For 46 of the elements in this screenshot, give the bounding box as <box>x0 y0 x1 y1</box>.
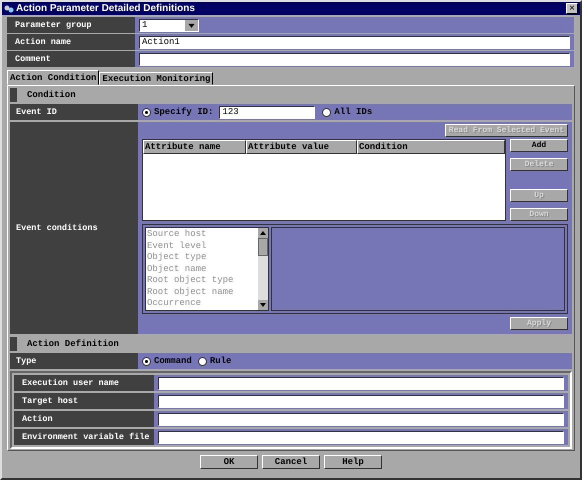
dialog-button[interactable]: OK <box>200 455 258 469</box>
dialog-button[interactable]: Cancel <box>262 455 320 469</box>
field-label: Action <box>14 411 154 427</box>
field-label: Parameter group <box>7 17 135 33</box>
scroll-up-icon[interactable] <box>258 228 268 238</box>
close-button[interactable]: × <box>566 3 578 14</box>
scroll-down-icon[interactable] <box>258 300 268 310</box>
section-marker <box>10 88 17 102</box>
column-header[interactable]: Condition <box>357 140 505 154</box>
field-label: Type <box>10 353 138 369</box>
parameter-group-dropdown[interactable]: 1 <box>139 18 199 32</box>
text-field[interactable] <box>158 376 564 390</box>
section-heading: Condition <box>27 90 76 100</box>
window-title: Action Parameter Detailed Definitions <box>16 3 195 14</box>
radio-button[interactable] <box>142 356 151 366</box>
dialog-button[interactable]: Help <box>324 455 382 469</box>
text-field[interactable] <box>158 430 564 444</box>
radio-button[interactable] <box>322 108 332 116</box>
radio-button[interactable] <box>198 356 207 366</box>
radio-button[interactable] <box>142 108 151 116</box>
column-header[interactable]: Attribute name <box>143 140 246 154</box>
radio-label: Command <box>154 356 192 366</box>
radio-label: Specify ID: <box>154 107 214 117</box>
tab[interactable]: Execution Monitoring <box>99 72 214 85</box>
section-heading: Action Definition <box>27 339 119 349</box>
tab[interactable]: Action Condition <box>7 70 100 85</box>
radio-label: All IDs <box>334 107 372 117</box>
side-button[interactable]: Add <box>510 139 568 152</box>
section-marker <box>10 337 17 351</box>
field-label: Environment variable file <box>14 429 154 445</box>
scrollbar[interactable] <box>258 228 268 310</box>
field-label: Target host <box>14 393 154 409</box>
event-id-field[interactable]: 123 <box>219 106 316 118</box>
text-field[interactable]: Action1 <box>139 36 570 48</box>
text-field[interactable] <box>158 412 564 426</box>
app-icon <box>4 4 14 14</box>
field-label: Execution user name <box>14 375 154 391</box>
field-label: Comment <box>7 51 135 67</box>
field-label: Event conditions <box>16 223 98 233</box>
column-header[interactable]: Attribute value <box>246 140 357 154</box>
scroll-thumb[interactable] <box>258 238 268 256</box>
field-label: Action name <box>7 34 135 50</box>
radio-label: Rule <box>210 356 232 366</box>
text-field[interactable] <box>139 52 570 66</box>
field-label: Event ID <box>10 104 138 120</box>
text-field[interactable] <box>158 394 564 408</box>
